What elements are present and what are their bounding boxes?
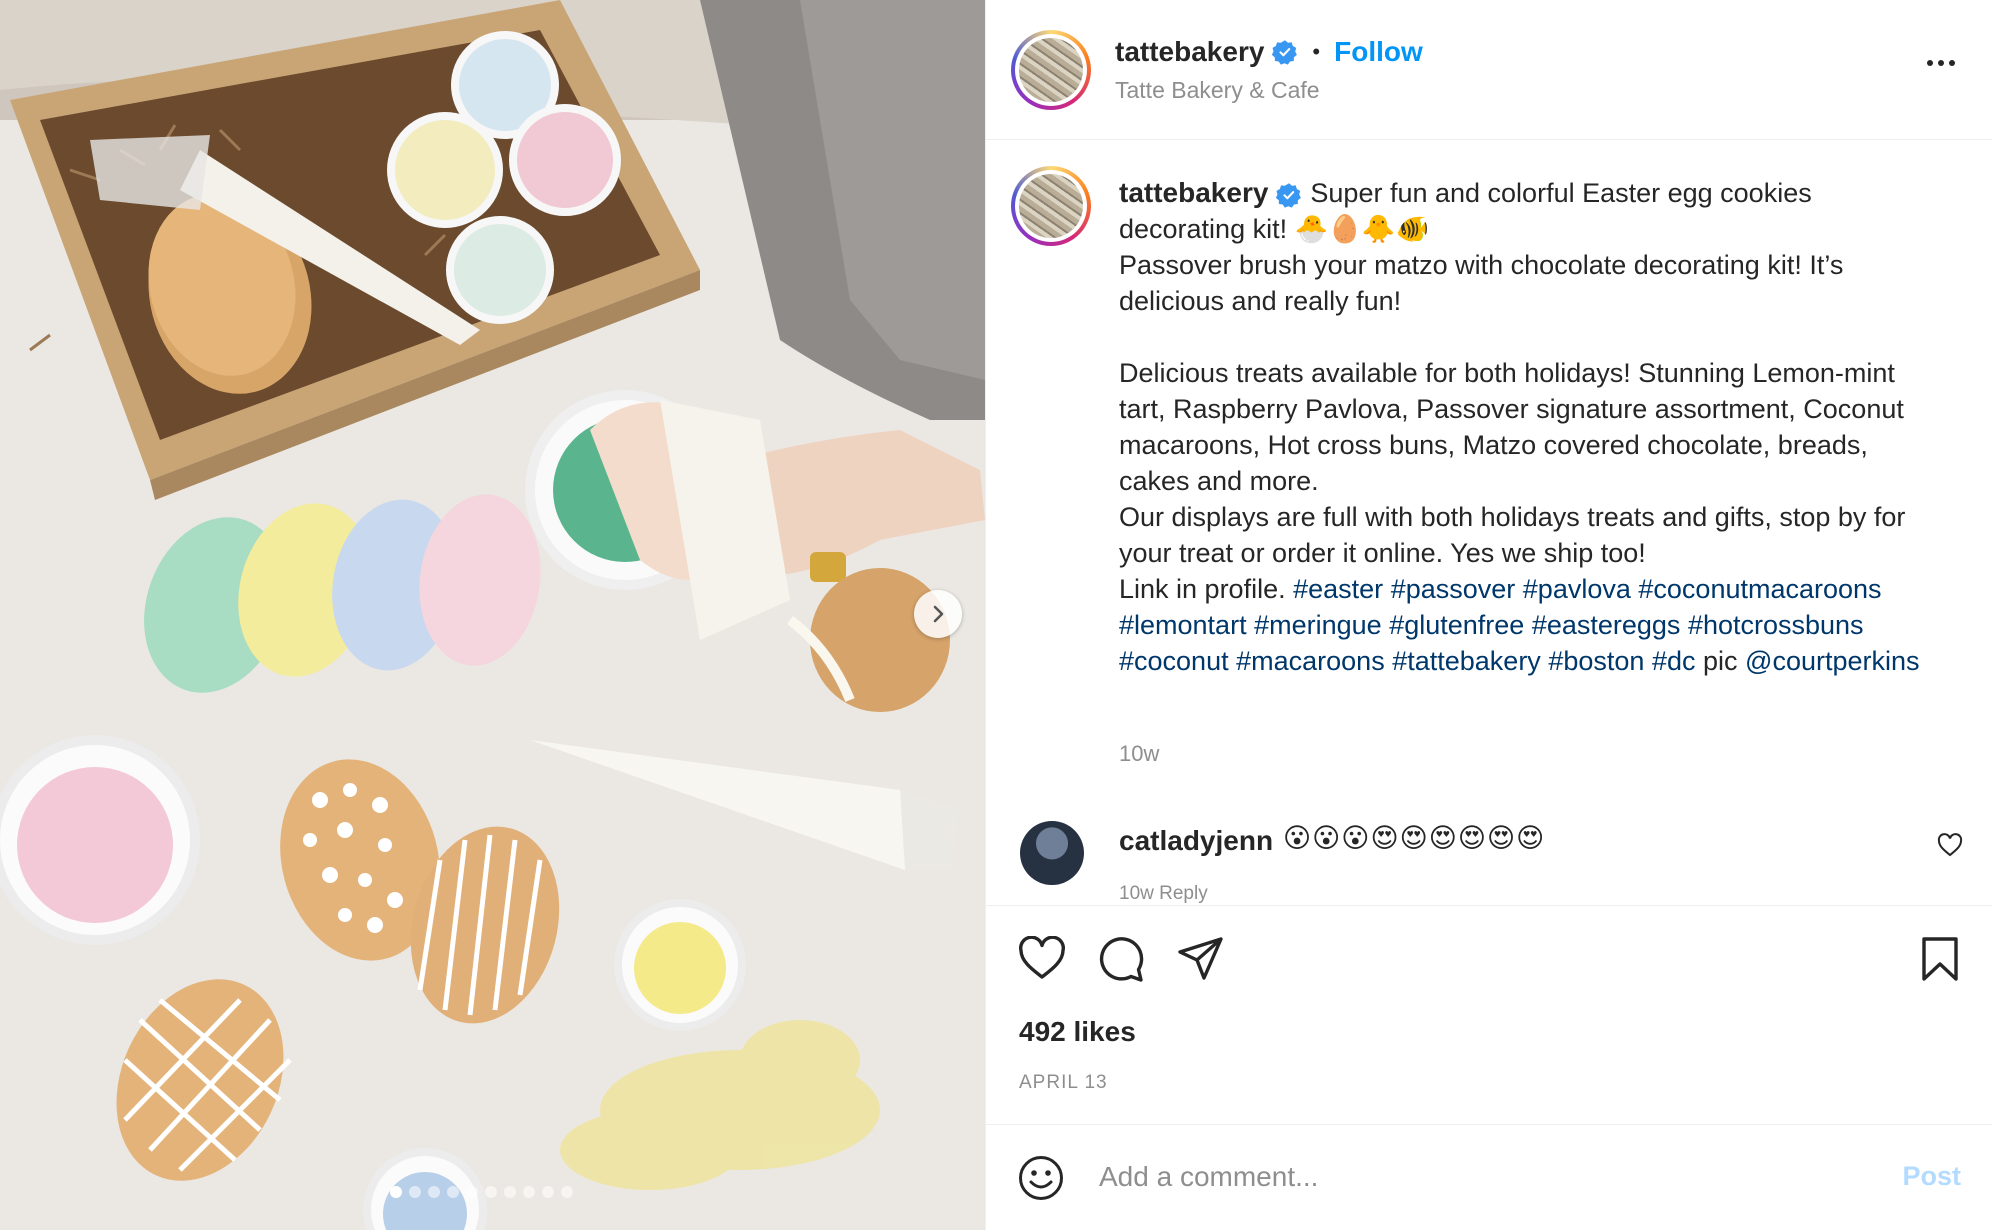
carousel-dot [428,1186,440,1198]
post-photo [0,0,985,1230]
paper-plane-icon[interactable] [1177,936,1225,982]
caption-line-4: Our displays are full with both holidays… [1119,502,1906,568]
comments-section[interactable]: tattebakery Super fun and colorful Easte… [986,141,1992,905]
likes-count[interactable]: 492 likes [1019,1016,1136,1048]
post-date[interactable]: APRIL 13 [1019,1072,1108,1094]
hashtag-link[interactable]: #eastereggs [1532,610,1681,640]
post-comment-button[interactable]: Post [1902,1161,1961,1192]
separator-dot: • [1312,39,1321,64]
caption-link-prefix: Link in profile. [1119,574,1286,604]
post-media[interactable] [0,0,985,1230]
emoji-icon[interactable] [1018,1155,1064,1201]
hashtag-link[interactable]: #boston [1548,646,1644,676]
chevron-right-icon [933,605,944,623]
carousel-dot [447,1186,459,1198]
carousel-dot [542,1186,554,1198]
hashtag-link[interactable]: #glutenfree [1389,610,1524,640]
caption-pic-label: pic [1703,646,1738,676]
mention-link[interactable]: @courtperkins [1745,646,1919,676]
caption-avatar[interactable] [1011,166,1091,246]
hashtag-link[interactable]: #macaroons [1236,646,1385,676]
verified-badge-icon [1272,40,1298,65]
hashtag-link[interactable]: #pavlova [1523,574,1631,604]
comment-text: 😮😮😮😍😍😍😍😍😍 [1283,823,1546,853]
carousel-dot [561,1186,573,1198]
hashtag-link[interactable]: #passover [1391,574,1516,604]
hashtag-link[interactable]: #dc [1652,646,1696,676]
comment-icon[interactable] [1097,936,1145,982]
verified-badge-icon [1276,183,1302,208]
comment-meta[interactable]: 10w Reply [1119,883,1208,905]
hashtag-link[interactable]: #coconut [1119,646,1229,676]
comment-input[interactable] [1099,1153,1799,1201]
comment-username[interactable]: catladyjenn [1119,825,1273,857]
caption-line-3: Delicious treats available for both holi… [1119,358,1904,496]
more-options-icon[interactable] [1923,52,1959,74]
hashtag-link[interactable]: #coconutmacaroons [1638,574,1881,604]
caption-line-2: Passover brush your matzo with chocolate… [1119,250,1844,316]
caption-timestamp[interactable]: 10w [1119,741,1159,767]
hashtag-link[interactable]: #hotcrossbuns [1688,610,1864,640]
caption-tags-line: Link in profile. #easter #passover #pavl… [1119,571,1939,679]
hashtag-link[interactable]: #easter [1293,574,1383,604]
header-user: tattebakery • Follow [1115,36,1423,68]
carousel-indicator [390,1186,573,1198]
carousel-dot [504,1186,516,1198]
hashtag-link[interactable]: #meringue [1254,610,1382,640]
post-actions: 492 likes APRIL 13 [986,905,1992,1125]
heart-icon[interactable] [1018,936,1066,980]
comment-like-heart-icon[interactable] [1937,833,1963,857]
follow-button[interactable]: Follow [1334,36,1423,68]
hashtag-link[interactable]: #tattebakery [1392,646,1541,676]
carousel-dot [485,1186,497,1198]
caption-username[interactable]: tattebakery [1119,177,1268,208]
add-comment-bar: Post [986,1124,1992,1230]
carousel-dot [523,1186,535,1198]
header-username[interactable]: tattebakery [1115,36,1264,68]
hashtag-link[interactable]: #lemontart [1119,610,1247,640]
carousel-dot [409,1186,421,1198]
carousel-next-button[interactable] [914,590,962,638]
carousel-dot [466,1186,478,1198]
caption: tattebakery Super fun and colorful Easte… [1119,175,1939,679]
profile-avatar[interactable] [1011,30,1091,110]
location-link[interactable]: Tatte Bakery & Cafe [1115,77,1320,104]
bookmark-icon[interactable] [1920,936,1960,982]
post-header: tattebakery • Follow Tatte Bakery & Cafe [986,0,1992,140]
comment-item: catladyjenn 😮😮😮😍😍😍😍😍😍 10w Reply [986,821,1992,905]
commenter-avatar[interactable] [1020,821,1084,885]
carousel-dot [390,1186,402,1198]
post-panel: tattebakery • Follow Tatte Bakery & Cafe… [985,0,1992,1230]
